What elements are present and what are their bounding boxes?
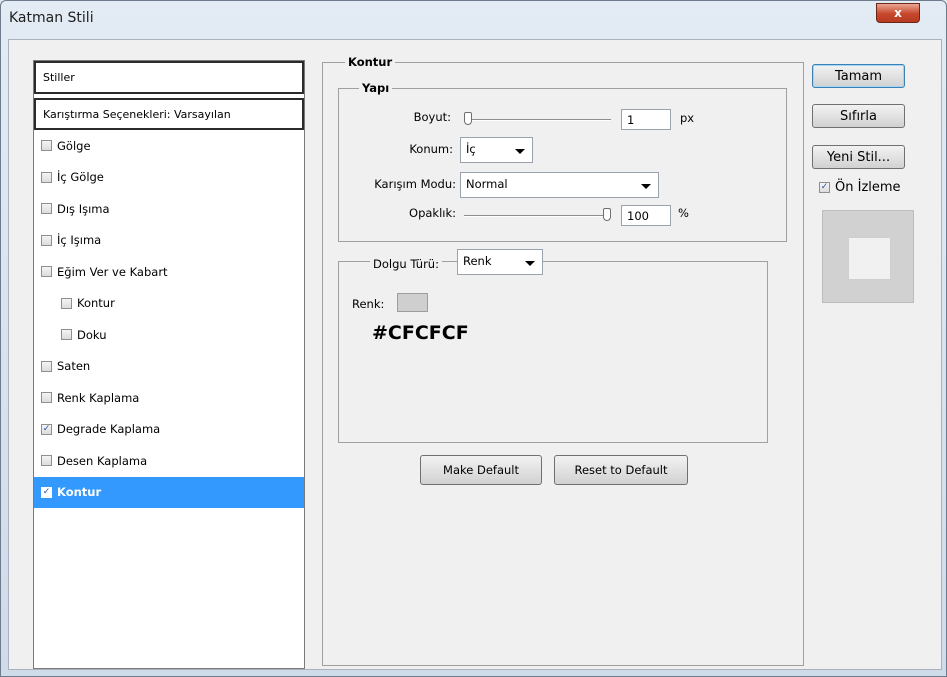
style-checkbox[interactable] [41, 392, 52, 404]
fill-type-select[interactable]: Renk [457, 249, 543, 275]
opacity-slider-thumb[interactable] [603, 208, 611, 221]
kontur-group-title: Kontur [345, 55, 396, 69]
blend-mode-select[interactable]: Normal [460, 172, 659, 198]
color-swatch[interactable] [397, 293, 428, 312]
style-item-dis-isima[interactable]: Dış Işıma [34, 193, 304, 225]
style-item-label: Doku [77, 327, 107, 342]
size-slider-thumb[interactable] [464, 112, 472, 125]
kontur-group: Kontur Yapı Boyut: 1 px Konum: İç Karışı… [322, 55, 804, 666]
style-item-label: Desen Kaplama [57, 453, 148, 468]
preview-label: Ön İzleme [835, 180, 901, 195]
style-checkbox-checked[interactable]: ✓ [41, 423, 52, 435]
style-item-label: Kontur [77, 296, 115, 311]
blend-mode-select-value: Normal [466, 177, 508, 191]
style-item-label: Eğim Ver ve Kabart [57, 264, 168, 279]
ok-button[interactable]: Tamam [812, 64, 905, 88]
chevron-down-icon [525, 261, 535, 266]
style-item-ic-isima[interactable]: İç Işıma [34, 225, 304, 257]
layer-style-dialog: Katman Stili x Stiller Karıştırma Seçene… [0, 0, 947, 677]
preview-toggle[interactable]: ✓ Ön İzleme [819, 180, 901, 195]
style-item-label: Kontur [57, 485, 102, 500]
dialog-client-area: Stiller Karıştırma Seçenekleri: Varsayıl… [8, 39, 942, 670]
chevron-down-icon [515, 149, 525, 154]
style-item-label: Degrade Kaplama [57, 422, 161, 437]
style-item-label: İç Işıma [57, 233, 102, 248]
blend-mode-label: Karışım Modu: [374, 177, 456, 191]
style-checkbox[interactable] [41, 455, 52, 467]
size-unit: px [680, 111, 695, 125]
opacity-slider-track[interactable] [464, 215, 611, 217]
size-slider-track[interactable] [464, 119, 611, 121]
opacity-label: Opaklık: [409, 206, 456, 220]
style-checkbox[interactable] [41, 140, 52, 152]
title-bar[interactable]: Katman Stili x [1, 1, 946, 39]
size-label: Boyut: [413, 110, 451, 124]
position-select-value: İç [466, 142, 476, 156]
structure-group: Yapı Boyut: 1 px Konum: İç Karışım Modu:… [338, 81, 787, 242]
blending-options-label: Karıştırma Seçenekleri: Varsayılan [43, 107, 231, 121]
styles-header-label: Stiller [43, 71, 75, 84]
preview-thumbnail [848, 237, 891, 280]
style-item-label: Saten [57, 359, 91, 374]
new-style-button[interactable]: Yeni Stil... [812, 145, 905, 169]
style-item-saten[interactable]: Saten [34, 351, 304, 383]
close-button[interactable]: x [876, 3, 920, 23]
style-item-degrade-kaplama[interactable]: ✓ Degrade Kaplama [34, 414, 304, 446]
style-item-desen-kaplama[interactable]: Desen Kaplama [34, 445, 304, 477]
style-checkbox[interactable] [61, 297, 72, 309]
style-item-golge[interactable]: Gölge [34, 130, 304, 162]
style-checkbox-checked[interactable]: ✓ [41, 486, 52, 498]
color-label: Renk: [352, 297, 385, 311]
fill-type-select-value: Renk [463, 254, 492, 268]
opacity-input[interactable]: 100 [621, 205, 671, 226]
size-input-value: 1 [627, 113, 635, 127]
styles-header[interactable]: Stiller [34, 61, 304, 94]
fill-type-label: Dolgu Türü: [370, 257, 442, 271]
style-checkbox[interactable] [61, 329, 72, 341]
style-item-sub-kontur[interactable]: Kontur [34, 288, 304, 320]
make-default-label: Make Default [443, 463, 519, 477]
new-style-label: Yeni Stil... [826, 149, 891, 165]
style-item-egim-ver[interactable]: Eğim Ver ve Kabart [34, 256, 304, 288]
ok-label: Tamam [834, 68, 883, 84]
style-item-doku[interactable]: Doku [34, 319, 304, 351]
style-checkbox[interactable] [41, 171, 52, 183]
style-item-ic-golge[interactable]: İç Gölge [34, 162, 304, 194]
style-checkbox[interactable] [41, 360, 52, 372]
style-item-label: Dış Işıma [57, 201, 110, 216]
window-title: Katman Stili [9, 10, 94, 26]
style-item-label: Renk Kaplama [57, 390, 140, 405]
style-item-label: Gölge [57, 138, 91, 153]
styles-list: Stiller Karıştırma Seçenekleri: Varsayıl… [33, 60, 305, 669]
reset-button[interactable]: Sıfırla [812, 104, 905, 128]
reset-label: Sıfırla [840, 108, 877, 124]
make-default-button[interactable]: Make Default [420, 455, 542, 485]
structure-group-title: Yapı [359, 81, 393, 95]
style-checkbox[interactable] [41, 266, 52, 278]
style-item-renk-kaplama[interactable]: Renk Kaplama [34, 382, 304, 414]
size-input[interactable]: 1 [621, 109, 671, 130]
close-icon: x [894, 6, 902, 20]
opacity-unit: % [678, 206, 689, 220]
color-hex-text: #CFCFCF [372, 322, 469, 344]
chevron-down-icon [641, 184, 651, 189]
style-checkbox[interactable] [41, 203, 52, 215]
preview-checkbox[interactable]: ✓ [819, 182, 830, 193]
opacity-input-value: 100 [627, 209, 649, 223]
style-item-label: İç Gölge [57, 170, 104, 185]
style-checkbox[interactable] [41, 234, 52, 246]
position-select[interactable]: İç [460, 137, 533, 163]
reset-to-default-label: Reset to Default [574, 463, 668, 477]
style-item-kontur-selected[interactable]: ✓ Kontur [34, 476, 304, 508]
reset-to-default-button[interactable]: Reset to Default [554, 455, 688, 485]
position-label: Konum: [409, 142, 453, 156]
blending-options-item[interactable]: Karıştırma Seçenekleri: Varsayılan [34, 98, 304, 130]
fill-group: Dolgu Türü: Renk Renk: #CFCFCF [338, 249, 768, 443]
style-preview [822, 210, 914, 303]
